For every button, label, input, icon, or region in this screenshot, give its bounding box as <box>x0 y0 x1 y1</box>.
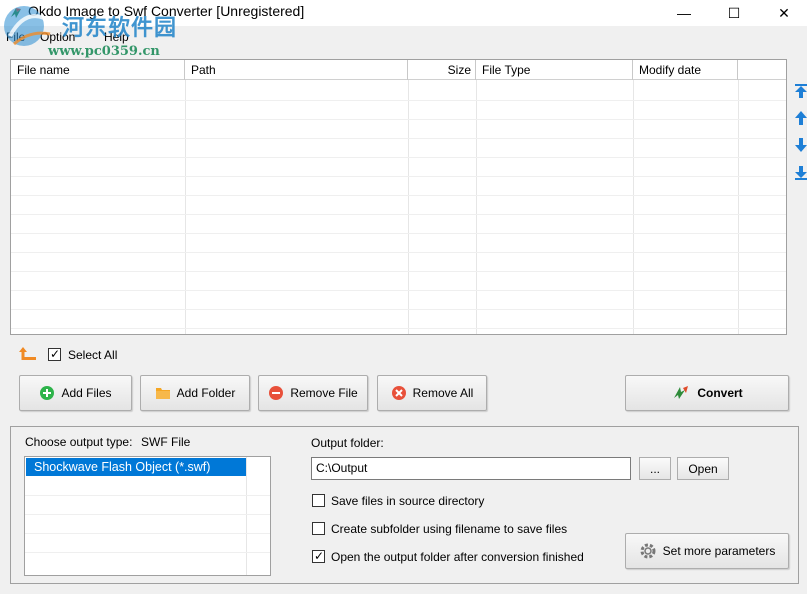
output-folder-label: Output folder: <box>311 436 384 450</box>
move-top-icon[interactable] <box>795 84 807 98</box>
add-folder-button[interactable]: Add Folder <box>140 375 250 411</box>
folder-icon <box>155 388 170 399</box>
close-button[interactable]: ✕ <box>761 0 807 26</box>
watermark-url: www.pc0359.cn <box>48 44 160 59</box>
column-file-type[interactable]: File Type <box>476 60 633 80</box>
save-in-source-checkbox[interactable] <box>312 494 325 507</box>
add-icon <box>40 386 55 400</box>
row-divider <box>11 157 786 158</box>
set-more-parameters-button[interactable]: Set more parameters <box>625 533 789 569</box>
row-divider <box>11 233 786 234</box>
output-type-option[interactable]: Shockwave Flash Object (*.swf) <box>26 458 246 476</box>
remove-all-label: Remove All <box>412 386 474 400</box>
up-folder-icon[interactable] <box>18 345 38 361</box>
move-bottom-icon[interactable] <box>795 166 807 180</box>
open-output-folder-checkbox[interactable] <box>312 549 325 563</box>
row-divider <box>11 290 786 291</box>
maximize-button[interactable]: ☐ <box>711 0 757 26</box>
remove-file-label: Remove File <box>290 386 358 400</box>
output-type-label: Choose output type: <box>25 435 133 449</box>
list-header: File name Path Size File Type Modify dat… <box>11 60 786 80</box>
convert-icon <box>674 386 689 399</box>
row-divider <box>11 176 786 177</box>
column-path[interactable]: Path <box>185 60 408 80</box>
open-output-folder-label: Open the output folder after conversion … <box>331 550 584 564</box>
row-divider <box>11 309 786 310</box>
add-files-button[interactable]: Add Files <box>19 375 132 411</box>
add-files-label: Add Files <box>61 386 112 400</box>
row-divider <box>11 119 786 120</box>
row-divider <box>11 214 786 215</box>
move-up-icon[interactable] <box>795 111 807 125</box>
column-file-name[interactable]: File name <box>11 60 185 80</box>
remove-all-icon <box>391 386 406 400</box>
row-divider <box>11 100 786 101</box>
browse-button[interactable]: ... <box>639 457 671 480</box>
output-folder-input[interactable]: C:\Output <box>311 457 631 480</box>
column-modify-date[interactable]: Modify date <box>633 60 738 80</box>
row-divider <box>11 328 786 329</box>
convert-label: Convert <box>697 386 743 400</box>
output-type-list[interactable]: Shockwave Flash Object (*.swf) <box>24 456 271 576</box>
save-in-source-label: Save files in source directory <box>331 494 485 508</box>
add-folder-label: Add Folder <box>176 386 236 400</box>
remove-icon <box>269 386 284 400</box>
move-down-icon[interactable] <box>795 138 807 152</box>
open-folder-button[interactable]: Open <box>677 457 729 480</box>
remove-file-button[interactable]: Remove File <box>258 375 368 411</box>
row-divider <box>25 552 270 553</box>
minimize-button[interactable]: — <box>661 0 707 26</box>
gear-icon <box>640 543 656 559</box>
row-divider <box>11 271 786 272</box>
row-divider <box>11 195 786 196</box>
list-divider <box>246 457 247 575</box>
row-divider <box>11 252 786 253</box>
output-type-value: SWF File <box>141 435 191 449</box>
create-subfolder-checkbox[interactable] <box>312 522 325 535</box>
set-more-parameters-label: Set more parameters <box>662 544 776 558</box>
create-subfolder-label: Create subfolder using filename to save … <box>331 522 568 536</box>
row-divider <box>11 138 786 139</box>
file-list[interactable]: File name Path Size File Type Modify dat… <box>10 59 787 335</box>
row-divider <box>25 495 270 496</box>
watermark-text: 河东软件园 <box>62 15 178 41</box>
convert-button[interactable]: Convert <box>625 375 789 411</box>
row-divider <box>25 533 270 534</box>
column-size[interactable]: Size <box>408 60 476 80</box>
select-all-checkbox[interactable] <box>48 347 61 361</box>
row-divider <box>25 514 270 515</box>
remove-all-button[interactable]: Remove All <box>377 375 487 411</box>
select-all-label: Select All <box>68 348 118 362</box>
